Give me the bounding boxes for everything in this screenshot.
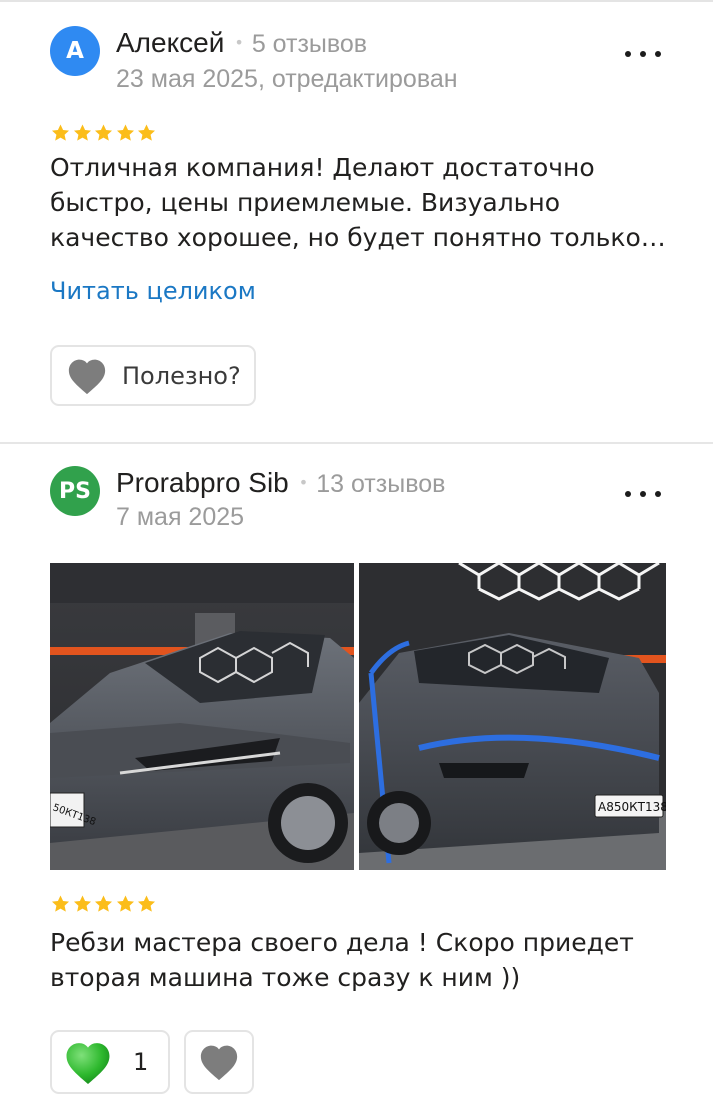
like-button[interactable]: 1 bbox=[50, 1030, 170, 1094]
avatar[interactable]: А bbox=[50, 26, 100, 76]
star-icon bbox=[116, 124, 134, 141]
car-photo-front-left[interactable]: 50КТ138 bbox=[50, 563, 354, 870]
star-icon bbox=[52, 895, 69, 912]
review-card: А Алексей • 5 отзывов 23 мая 2025, отред… bbox=[0, 2, 713, 444]
read-more-link[interactable]: Читать целиком bbox=[50, 277, 256, 305]
star-icon bbox=[52, 124, 69, 141]
review-text-line: Отличная компания! Делают достаточно bbox=[50, 153, 595, 182]
review-text: Ребзи мастера своего дела ! Скоро приеде… bbox=[50, 928, 634, 992]
heart-outline-icon bbox=[68, 359, 106, 394]
star-icon bbox=[95, 124, 112, 141]
review-date: 7 мая 2025 bbox=[116, 503, 245, 531]
license-plate-text: А850КТ138 bbox=[598, 800, 666, 814]
author-name[interactable]: Prorabpro Sib bbox=[116, 467, 289, 499]
separator-dot: • bbox=[298, 473, 309, 492]
more-dots-icon[interactable] bbox=[625, 482, 661, 506]
star-icon bbox=[73, 895, 91, 912]
star-icon bbox=[138, 124, 155, 141]
rating-stars bbox=[50, 123, 158, 143]
helpful-button[interactable]: Полезно? bbox=[50, 345, 256, 406]
review-card: PS Prorabpro Sib • 13 отзывов 7 мая 2025 bbox=[0, 444, 713, 1112]
author-review-count: 5 отзывов bbox=[251, 30, 368, 58]
author-line: Prorabpro Sib • 13 отзывов bbox=[116, 467, 445, 499]
star-icon bbox=[73, 124, 91, 141]
star-icon bbox=[138, 895, 155, 912]
separator-dot: • bbox=[234, 33, 244, 52]
like-count: 1 bbox=[133, 1048, 149, 1076]
green-heart-icon bbox=[66, 1042, 110, 1084]
author-name[interactable]: Алексей bbox=[116, 27, 224, 59]
avatar[interactable]: PS bbox=[50, 466, 100, 516]
helpful-label: Полезно? bbox=[122, 361, 241, 390]
more-dots-icon[interactable] bbox=[625, 42, 661, 66]
author-review-count: 13 отзывов bbox=[316, 470, 446, 498]
helpful-button[interactable] bbox=[184, 1030, 254, 1094]
rating-stars bbox=[50, 894, 158, 914]
review-date: 23 мая 2025, отредактирован bbox=[116, 65, 458, 93]
heart-outline-icon bbox=[200, 1045, 238, 1081]
review-text-line: качество хорошее, но будет понятно тольк… bbox=[50, 223, 666, 252]
star-icon bbox=[116, 895, 134, 912]
star-icon bbox=[95, 895, 112, 912]
review-text: Отличная компания! Делают достаточно быс… bbox=[50, 150, 670, 255]
review-text-line: быстро, цены приемлемые. Визуально bbox=[50, 188, 561, 217]
car-photo-front-right[interactable]: А850КТ138 bbox=[359, 563, 666, 870]
author-line: Алексей • 5 отзывов bbox=[116, 27, 367, 59]
